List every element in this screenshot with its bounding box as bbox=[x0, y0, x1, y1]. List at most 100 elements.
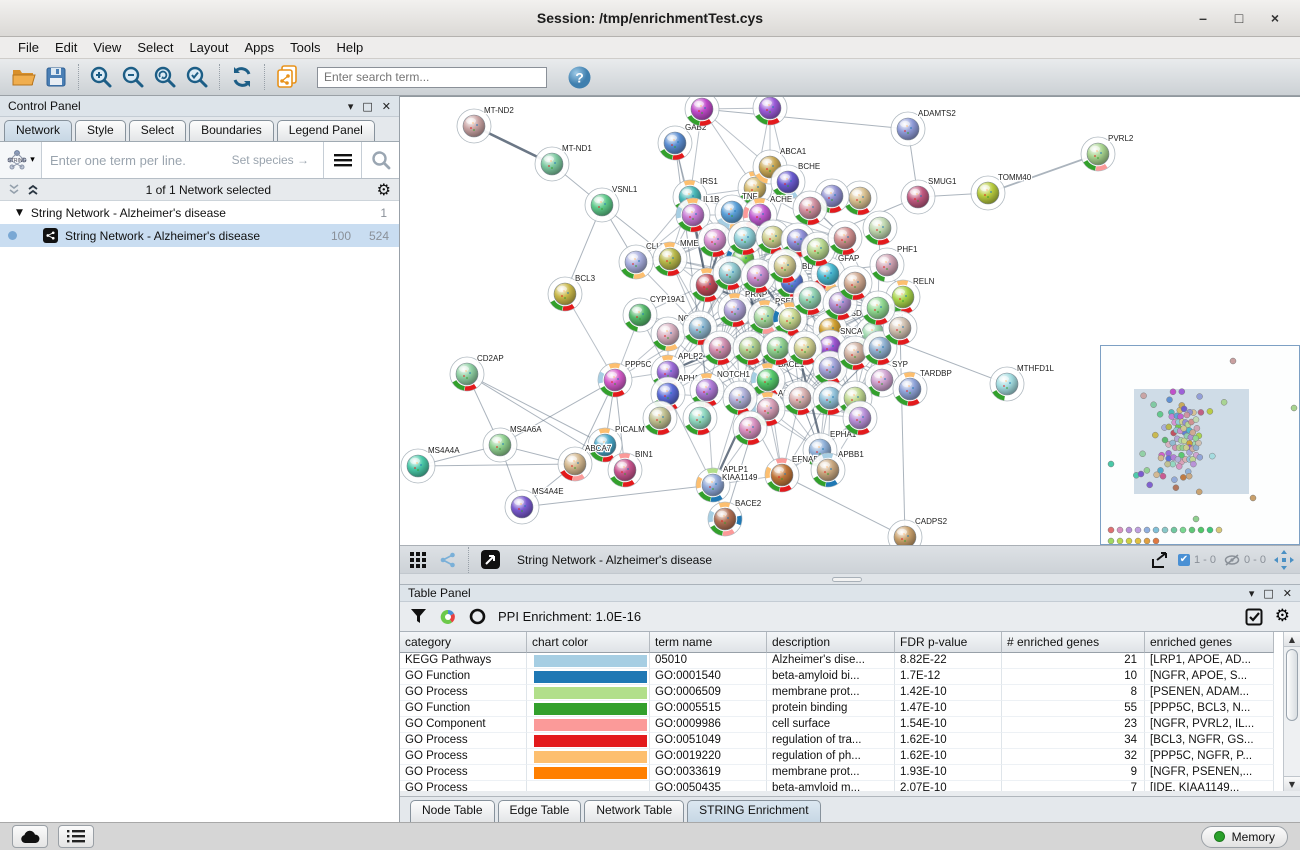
network-node[interactable] bbox=[783, 381, 817, 415]
expand-all-icon[interactable] bbox=[27, 184, 40, 196]
zoom-in-button[interactable] bbox=[85, 62, 117, 92]
network-node[interactable] bbox=[843, 401, 877, 435]
network-node[interactable] bbox=[793, 191, 827, 225]
save-session-button[interactable] bbox=[40, 62, 72, 92]
table-row[interactable]: GO ProcessGO:0006509membrane prot...1.42… bbox=[400, 685, 1300, 701]
menu-help[interactable]: Help bbox=[329, 39, 372, 56]
network-from-file-button[interactable] bbox=[271, 62, 303, 92]
string-options-button[interactable] bbox=[323, 142, 361, 178]
network-node[interactable] bbox=[698, 223, 732, 257]
zoom-fit-button[interactable] bbox=[149, 62, 181, 92]
network-node-MS4A4A[interactable]: MS4A4A bbox=[401, 446, 460, 483]
minimize-icon[interactable]: – bbox=[1192, 7, 1214, 29]
menu-layout[interactable]: Layout bbox=[181, 39, 236, 56]
table-scrollbar[interactable]: ▲ ▼ bbox=[1283, 632, 1300, 791]
network-node-MT-ND1[interactable]: MT-ND1 bbox=[535, 144, 592, 181]
table-row[interactable]: GO ProcessGO:0050435beta-amyloid m...2.0… bbox=[400, 781, 1300, 791]
network-node[interactable] bbox=[643, 401, 677, 435]
network-collection-row[interactable]: ▼ String Network - Alzheimer's disease 1 bbox=[0, 201, 399, 224]
network-node-APLP1[interactable]: APLP1KIAA1149 bbox=[696, 465, 758, 502]
table-row[interactable]: GO ComponentGO:0009986cell surface1.54E-… bbox=[400, 717, 1300, 733]
selected-checkbox-icon[interactable]: ✔ bbox=[1178, 554, 1190, 566]
cloud-status-button[interactable] bbox=[12, 825, 48, 848]
filter-icon[interactable] bbox=[410, 608, 427, 625]
network-node[interactable] bbox=[685, 97, 719, 126]
network-node-ADAMTS2[interactable]: ADAMTS2 bbox=[891, 109, 956, 146]
string-query-input[interactable]: Enter one term per line. Set species → bbox=[42, 142, 323, 178]
birds-eye-view[interactable] bbox=[1100, 345, 1300, 545]
panel-close-icon[interactable]: ✕ bbox=[382, 101, 391, 112]
panel-menu-icon[interactable]: ▾ bbox=[1249, 588, 1255, 599]
table-row[interactable]: GO ProcessGO:0051049regulation of tra...… bbox=[400, 733, 1300, 749]
network-node-VSNL1[interactable]: VSNL1 bbox=[585, 185, 638, 222]
column-header-chart-color[interactable]: chart color bbox=[527, 632, 650, 653]
network-node-MS4A4E[interactable]: MS4A4E bbox=[505, 487, 564, 524]
tab-edge-table[interactable]: Edge Table bbox=[498, 800, 582, 822]
network-node-GAB2[interactable]: GAB2 bbox=[658, 123, 707, 160]
network-node[interactable] bbox=[861, 291, 895, 325]
gear-icon[interactable]: ⚙ bbox=[1275, 608, 1290, 625]
network-node-PHF1[interactable]: PHF1 bbox=[870, 245, 918, 282]
column-header-FDR-p-value[interactable]: FDR p-value bbox=[895, 632, 1002, 653]
tab-network[interactable]: Network bbox=[4, 120, 72, 141]
network-node-TOMM40[interactable]: TOMM40 bbox=[971, 173, 1032, 210]
column-header-category[interactable]: category bbox=[400, 632, 527, 653]
memory-button[interactable]: Memory bbox=[1201, 826, 1288, 848]
tree-expander-icon[interactable]: ▼ bbox=[16, 208, 23, 218]
search-input[interactable] bbox=[317, 67, 547, 88]
task-list-button[interactable] bbox=[58, 825, 94, 848]
donut-chart-icon[interactable] bbox=[439, 608, 457, 626]
grid-view-button[interactable] bbox=[406, 545, 430, 575]
table-row[interactable]: GO FunctionGO:0005515protein binding1.47… bbox=[400, 701, 1300, 717]
ring-chart-icon[interactable] bbox=[469, 608, 486, 625]
string-search-button[interactable] bbox=[361, 142, 399, 178]
network-canvas[interactable]: MT-ND2MT-ND1VSNL1GAB2ADAMTS2SMUG1TOMM40P… bbox=[400, 96, 1300, 545]
network-node-MS4A6A[interactable]: MS4A6A bbox=[483, 425, 542, 462]
network-node-MT-ND2[interactable]: MT-ND2 bbox=[457, 106, 514, 143]
table-row[interactable]: GO FunctionGO:0001540beta-amyloid bi...1… bbox=[400, 669, 1300, 685]
menu-apps[interactable]: Apps bbox=[237, 39, 283, 56]
select-columns-icon[interactable] bbox=[1245, 608, 1263, 626]
scrollbar-thumb[interactable] bbox=[1286, 649, 1298, 721]
network-node[interactable] bbox=[828, 221, 862, 255]
network-row[interactable]: String Network - Alzheimer's disease 100… bbox=[0, 224, 399, 247]
help-button[interactable]: ? bbox=[563, 62, 595, 92]
tab-boundaries[interactable]: Boundaries bbox=[189, 120, 274, 141]
network-node[interactable] bbox=[863, 211, 897, 245]
panel-float-icon[interactable]: □ bbox=[362, 101, 372, 112]
network-node[interactable] bbox=[768, 249, 802, 283]
menu-tools[interactable]: Tools bbox=[282, 39, 328, 56]
tab-node-table[interactable]: Node Table bbox=[410, 800, 495, 822]
tab-select[interactable]: Select bbox=[129, 120, 186, 141]
tab-style[interactable]: Style bbox=[75, 120, 126, 141]
birds-eye-toggle-icon[interactable] bbox=[1274, 550, 1294, 570]
network-node-BCL3[interactable]: BCL3 bbox=[548, 274, 596, 311]
menu-edit[interactable]: Edit bbox=[47, 39, 85, 56]
network-node[interactable] bbox=[753, 97, 787, 125]
network-node-APBB1[interactable]: APBB1 bbox=[811, 450, 864, 487]
network-node-MTHFD1L[interactable]: MTHFD1L bbox=[990, 364, 1054, 401]
menu-file[interactable]: File bbox=[10, 39, 47, 56]
tab-legend-panel[interactable]: Legend Panel bbox=[277, 120, 375, 141]
menu-select[interactable]: Select bbox=[129, 39, 181, 56]
zoom-out-button[interactable] bbox=[117, 62, 149, 92]
panel-float-icon[interactable]: □ bbox=[1263, 588, 1273, 599]
export-icon[interactable] bbox=[1150, 551, 1170, 569]
maximize-icon[interactable]: □ bbox=[1228, 7, 1250, 29]
gear-icon[interactable]: ⚙ bbox=[377, 182, 391, 198]
network-node[interactable] bbox=[683, 401, 717, 435]
tab-network-table[interactable]: Network Table bbox=[584, 800, 684, 822]
column-header-term-name[interactable]: term name bbox=[650, 632, 767, 653]
open-session-button[interactable] bbox=[8, 62, 40, 92]
share-view-button[interactable] bbox=[436, 545, 460, 575]
table-row[interactable]: GO ProcessGO:0019220regulation of ph...1… bbox=[400, 749, 1300, 765]
zoom-selected-button[interactable] bbox=[181, 62, 213, 92]
table-row[interactable]: GO ProcessGO:0033619membrane prot...1.93… bbox=[400, 765, 1300, 781]
splitter-grip[interactable] bbox=[832, 577, 862, 582]
close-icon[interactable]: × bbox=[1264, 7, 1286, 29]
tab-string-enrichment[interactable]: STRING Enrichment bbox=[687, 800, 820, 822]
network-node[interactable] bbox=[703, 331, 737, 365]
network-node-BACE2[interactable]: BACE2 bbox=[708, 499, 762, 536]
horizontal-splitter[interactable] bbox=[400, 573, 1300, 585]
scroll-down-icon[interactable]: ▼ bbox=[1284, 776, 1300, 791]
